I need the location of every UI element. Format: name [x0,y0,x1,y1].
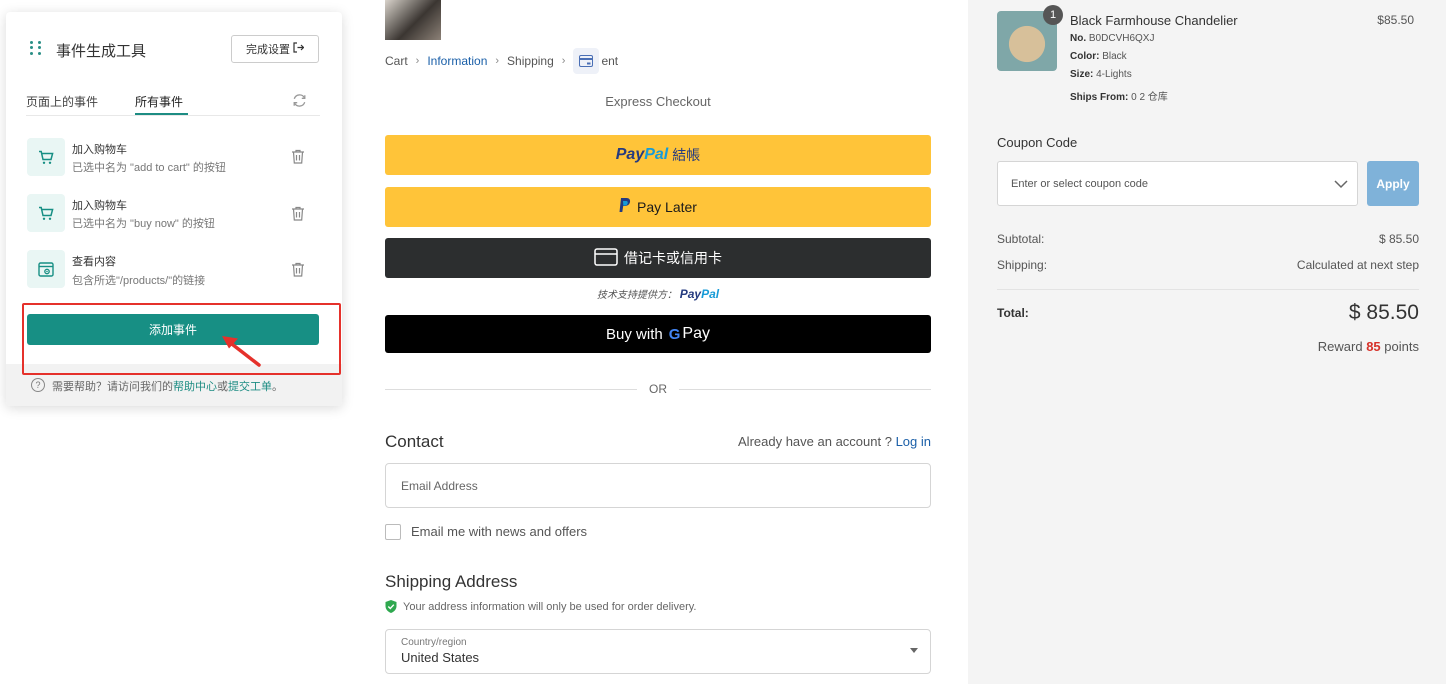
pointer-arrow-icon [218,333,262,374]
shipping-address-title: Shipping Address [385,572,518,591]
breadcrumb-cart[interactable]: Cart [385,54,408,68]
help-center-link[interactable]: 帮助中心 [173,381,217,393]
total-label: Total: [997,306,1029,320]
breadcrumb-shipping[interactable]: Shipping [507,54,554,68]
subtotal-label: Subtotal: [997,232,1045,246]
express-checkout-title: Express Checkout [605,94,711,109]
account-prompt: Already have an account ? Log in [680,434,931,449]
breadcrumb: Cart › Information › Shipping › ent [385,48,618,74]
product-size: Size: 4-Lights [1070,69,1132,80]
finish-setup-button[interactable]: 完成设置 [231,35,319,63]
debit-credit-card-button[interactable]: 借记卡或信用卡 [385,238,931,278]
coupon-title: Coupon Code [997,135,1078,150]
event-title: 加入购物车 [72,200,127,212]
help-icon: ? [31,378,45,392]
add-event-button[interactable]: 添加事件 [27,314,319,345]
country-select[interactable]: Country/region United States [385,629,931,674]
account-prompt-text: Already have an account ? [738,434,892,449]
google-g-icon: G [668,325,681,343]
reward-prefix: Reward [1317,339,1363,354]
credit-card-icon [594,247,618,269]
product-color: Color: Black [1070,51,1127,62]
or-text: OR [649,382,667,396]
product-name: Black Farmhouse Chandelier [1070,13,1238,28]
product-price: $85.50 [1377,13,1414,27]
panel-title: 事件生成工具 [56,43,147,60]
trash-icon[interactable] [291,206,305,226]
google-pay-button[interactable]: Buy with G Pay [385,315,931,353]
event-description: 已选中名为 "add to cart" 的按钮 [72,162,226,174]
breadcrumb-information[interactable]: Information [427,54,487,68]
product-ships-from: Ships From: 0 2 仓库 [1070,92,1168,103]
event-description: 已选中名为 "buy now" 的按钮 [72,218,215,230]
login-link[interactable]: Log in [896,434,931,449]
paypal-p-icon [619,198,631,216]
chevron-right-icon: › [415,55,420,67]
tab-all-events[interactable]: 所有事件 [135,93,183,110]
country-label: Country/region [401,637,467,648]
payment-card-icon [573,48,600,74]
drag-handle-icon[interactable] [30,41,44,55]
news-offers-checkbox[interactable] [385,524,401,540]
contact-title: Contact [385,432,444,451]
paypal-logo: PayPal [615,146,669,163]
help-text: 需要帮助？请访问我们的帮助中心或提交工单。 [52,381,283,393]
coupon-select[interactable]: Enter or select coupon code [997,161,1358,206]
total-value: $ 85.50 [1348,301,1419,324]
coupon-placeholder: Enter or select coupon code [1011,177,1148,190]
active-tab-indicator [135,113,188,115]
breadcrumb-payment[interactable]: ent [601,54,618,68]
shipping-note: Your address information will only be us… [385,600,696,613]
event-description: 包含所选"/products/"的链接 [72,275,206,287]
gpay-prefix: Buy with [606,325,663,343]
product-sku: No. B0DCVH6QXJ [1070,33,1155,44]
finish-setup-label: 完成设置 [246,44,290,56]
email-field[interactable] [385,463,931,508]
paypal-logo-small: PayPal [679,287,720,301]
exit-icon [293,42,305,56]
product-thumbnail-top [385,0,441,40]
pay-later-label: Pay Later [637,199,697,215]
shipping-value: Calculated at next step [1296,258,1419,272]
reward-suffix: points [1384,339,1419,354]
chevron-right-icon: › [495,55,500,67]
paypal-button-label: 結帳 [672,147,701,163]
trash-icon[interactable] [291,149,305,169]
refresh-icon[interactable] [292,93,307,113]
apply-coupon-button[interactable]: Apply [1367,161,1419,206]
view-content-icon [27,250,65,288]
shipping-note-text: Your address information will only be us… [403,600,697,613]
shield-check-icon [385,600,397,613]
caret-down-icon [910,648,918,653]
divider-line [385,388,637,390]
shipping-label: Shipping: [997,258,1048,272]
powered-by-paypal: 技术支持提供方： PayPal [385,286,931,301]
tab-divider [26,115,320,116]
gpay-label: Pay [682,325,710,342]
news-offers-label: Email me with news and offers [411,524,588,539]
or-divider: OR [385,380,931,398]
quantity-badge: 1 [1043,5,1063,25]
tab-page-events[interactable]: 页面上的事件 [26,93,98,110]
reward-points: Reward 85 points [1200,339,1419,354]
country-value: United States [401,650,480,665]
divider-line [679,388,931,390]
subtotal-value: $ 85.50 [1378,232,1419,246]
paypal-button[interactable]: PayPal 結帳 [385,135,931,175]
cart-icon [27,194,65,232]
card-button-label: 借记卡或信用卡 [624,250,722,266]
reward-points-value: 85 [1366,339,1381,354]
cart-icon [27,138,65,176]
trash-icon[interactable] [291,262,305,282]
powered-by-prefix: 技术支持提供方： [596,290,677,301]
pay-later-button[interactable]: Pay Later [385,187,931,227]
summary-divider [997,289,1419,290]
chevron-down-icon [1334,180,1348,189]
submit-ticket-link[interactable]: 提交工单 [228,381,272,393]
chevron-right-icon: › [561,55,566,67]
event-title: 查看内容 [72,256,116,268]
event-title: 加入购物车 [72,144,127,156]
